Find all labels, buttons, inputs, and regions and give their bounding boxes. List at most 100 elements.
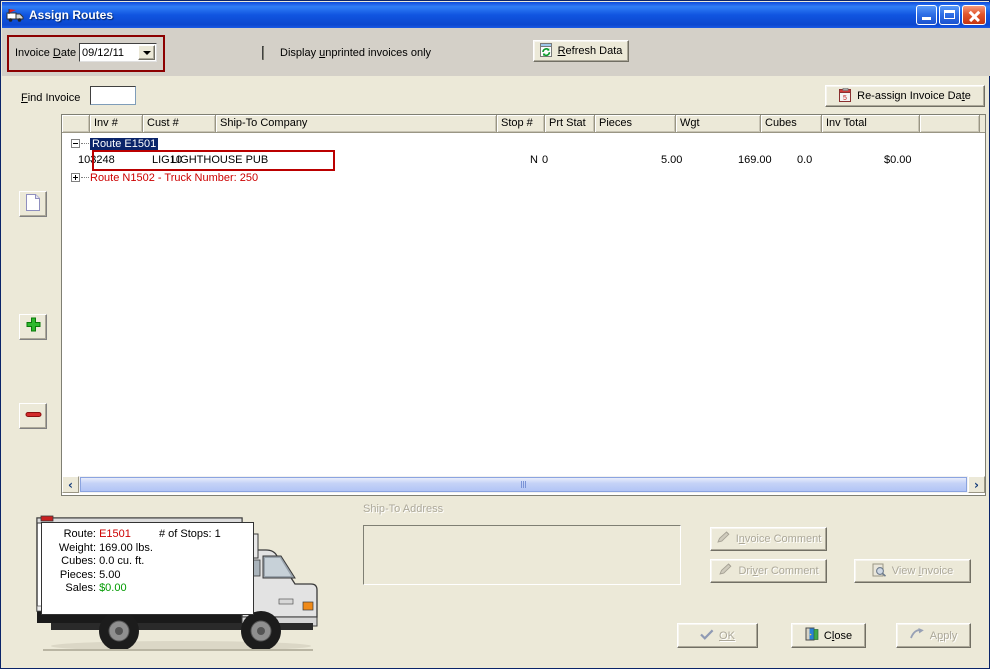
grid-invoice-row[interactable]: 103248 LIG10 LIGHTHOUSE PUB N 0 5.00 169.00 0.0…	[62, 150, 985, 171]
pieces-label: Pieces:	[59, 568, 96, 581]
document-icon	[26, 194, 40, 214]
grid-group-label[interactable]: Route E1501	[90, 137, 159, 150]
pencil-icon	[716, 531, 731, 547]
cell-inv-total: $0.00	[884, 154, 912, 166]
cell-pieces: 5.00	[661, 154, 683, 166]
refresh-icon	[539, 42, 553, 60]
reassign-invoice-date-button[interactable]: 5 Re-assign Invoice Date	[825, 85, 985, 107]
route-value: E1501	[99, 528, 131, 540]
sales-value: $0.00	[99, 582, 127, 594]
refresh-data-button[interactable]: Refresh Data	[533, 40, 629, 62]
driver-comment-button: Driver Comment	[710, 559, 827, 583]
grid-column-header[interactable]: Stop #	[497, 115, 545, 132]
title-bar: Assign Routes	[2, 2, 990, 28]
add-button[interactable]	[19, 314, 47, 340]
plus-icon	[25, 317, 42, 337]
stops-value: 1	[214, 528, 221, 540]
cell-cubes: 0.0	[797, 154, 813, 166]
check-icon	[700, 629, 714, 643]
scroll-left-button[interactable]: ‹	[62, 476, 79, 493]
weight-value: 169.00 lbs.	[99, 541, 153, 554]
grid-column-header[interactable]	[920, 115, 980, 132]
close-icon[interactable]	[962, 5, 986, 25]
route-summary-line-sales: Sales: $0.00	[48, 582, 247, 596]
route-summary-line-weight: Weight: 169.00 lbs.	[48, 542, 247, 556]
view-invoice-button: View Invoice	[854, 559, 971, 583]
sales-label: Sales:	[65, 582, 96, 594]
apply-label: Apply	[929, 629, 958, 642]
arrow-right-icon	[909, 628, 925, 643]
cubes-label: Cubes:	[61, 555, 96, 567]
svg-text:5: 5	[843, 95, 847, 102]
grid-column-header[interactable]: Prt Stat	[545, 115, 595, 132]
close-button[interactable]: Close	[791, 623, 866, 648]
route-label: Route:	[63, 528, 96, 540]
route-summary-line-cubes: Cubes: 0.0 cu. ft.	[48, 555, 247, 569]
view-invoice-label: View Invoice	[891, 565, 954, 577]
window-controls	[916, 5, 986, 25]
ship-to-address-label: Ship-To Address	[363, 503, 444, 515]
grid-header: Inv # Cust # Ship-To Company Stop # Prt Stat…	[62, 115, 985, 133]
cell-prt-stat: 0	[542, 154, 549, 166]
route-summary-line-pieces: Pieces: 5.00	[48, 569, 247, 583]
grid-column-header[interactable]: Ship-To Company	[216, 115, 497, 132]
tree-connector	[81, 177, 89, 178]
magnifier-page-icon	[872, 563, 887, 580]
expand-icon[interactable]	[71, 173, 80, 182]
invoice-date-label: Invoice Date	[15, 47, 77, 59]
grid-column-header[interactable]	[62, 115, 90, 132]
ship-to-address-box	[363, 525, 681, 585]
routes-grid[interactable]: Inv # Cust # Ship-To Company Stop # Prt Stat…	[61, 114, 986, 496]
ok-button: OK	[677, 623, 758, 648]
grid-body[interactable]: Route E1501 103248 LIG10 LIGHTHOUSE PUB N 0 5.…	[62, 133, 985, 495]
assign-routes-window: Assign Routes Invoice Date 09/12/11 Disp…	[0, 0, 990, 669]
invoice-date-value: 09/12/11	[82, 46, 125, 59]
invoice-comment-button: Invoice Comment	[710, 527, 827, 551]
minimize-icon[interactable]	[916, 5, 937, 25]
door-exit-icon	[805, 627, 819, 644]
grid-column-header[interactable]: Cust #	[143, 115, 216, 132]
grid-column-header[interactable]: Inv Total	[822, 115, 920, 132]
new-document-button[interactable]	[19, 191, 47, 217]
scrollbar-thumb[interactable]	[80, 477, 967, 492]
minus-icon	[25, 410, 42, 422]
collapse-icon[interactable]	[71, 139, 80, 148]
invoice-date-combobox[interactable]: 09/12/11	[79, 43, 157, 62]
truck-icon	[6, 7, 24, 23]
chevron-down-icon[interactable]	[138, 45, 155, 60]
invoice-row-annotation	[92, 150, 335, 171]
scroll-right-button[interactable]: ›	[968, 476, 985, 493]
truck-summary-graphic: Route: E1501 # of Stops: 1 Weight: 169.0…	[31, 506, 331, 656]
grid-group-label[interactable]: Route N1502 - Truck Number: 250	[90, 172, 258, 184]
close-label: Close	[823, 629, 853, 642]
weight-label: Weight:	[58, 541, 96, 554]
reassign-invoice-date-label: Re-assign Invoice Date	[857, 90, 971, 102]
checkbox-box[interactable]	[262, 46, 264, 60]
route-summary-line-route: Route: E1501 # of Stops: 1	[48, 528, 247, 542]
calendar-icon: 5	[839, 87, 852, 105]
grid-column-header[interactable]: Wgt	[676, 115, 761, 132]
window-title: Assign Routes	[29, 8, 114, 22]
find-invoice-input[interactable]	[90, 86, 136, 105]
grid-horizontal-scrollbar[interactable]: ‹ ›	[62, 476, 985, 493]
grid-column-header[interactable]: Inv #	[90, 115, 143, 132]
ok-label: OK	[719, 629, 735, 642]
grid-group-row[interactable]: Route N1502 - Truck Number: 250	[62, 169, 985, 186]
display-unprinted-checkbox[interactable]	[262, 46, 264, 60]
refresh-data-label: Refresh Data	[557, 45, 623, 57]
stops-label: # of Stops:	[159, 528, 212, 540]
display-unprinted-label[interactable]: Display unprinted invoices only	[280, 47, 431, 59]
invoice-comment-label: Invoice Comment	[735, 533, 822, 545]
apply-button: Apply	[896, 623, 971, 648]
cubes-value: 0.0 cu. ft.	[99, 555, 145, 567]
find-invoice-label: Find Invoice	[21, 92, 81, 104]
grid-column-header[interactable]: Cubes	[761, 115, 822, 132]
cell-wgt: 169.00	[738, 154, 772, 166]
cell-stop-no: N	[530, 154, 538, 166]
route-summary-panel: Route: E1501 # of Stops: 1 Weight: 169.0…	[41, 522, 254, 615]
remove-button[interactable]	[19, 403, 47, 429]
grid-column-header[interactable]: Pieces	[595, 115, 676, 132]
pencil-icon	[718, 563, 733, 579]
maximize-icon[interactable]	[939, 5, 960, 25]
driver-comment-label: Driver Comment	[738, 565, 819, 577]
